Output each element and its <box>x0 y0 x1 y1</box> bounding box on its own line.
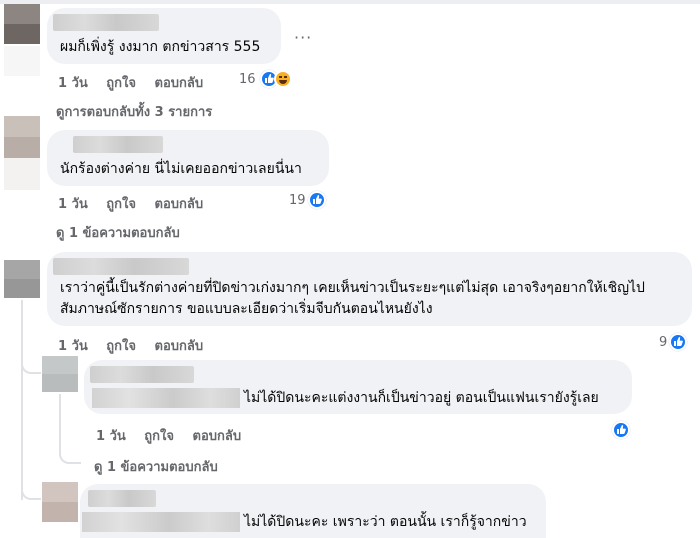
reply-text: ไม่ได้ปิดนะคะแต่งงานก็เป็นข่าวอยู่ ตอนเป… <box>244 390 599 406</box>
reply-button[interactable]: ตอบกลับ <box>155 339 204 354</box>
avatar[interactable] <box>42 482 78 522</box>
commenter-name[interactable] <box>53 258 189 275</box>
view-replies-link[interactable]: ดู 1 ข้อความตอบกลับ <box>94 456 218 477</box>
like-icon <box>307 191 326 209</box>
comment-bubble: ผมก็เพิ่งรู้ งงมาก ตกข่าวสาร 555 <box>47 8 281 64</box>
comment-bubble: นักร้องต่างค่าย นี่ไม่เคยออกข่าวเลยนี่นา <box>47 130 329 186</box>
comment-time[interactable]: 1 วัน <box>58 339 88 354</box>
thread-connector <box>59 446 81 464</box>
commenter-name[interactable] <box>73 136 163 153</box>
top-divider <box>0 0 700 4</box>
like-button[interactable]: ถูกใจ <box>106 339 136 354</box>
like-button[interactable]: ถูกใจ <box>144 429 174 444</box>
reaction-count: 16 <box>239 71 256 87</box>
view-replies-link[interactable]: ดูการตอบกลับทั้ง 3 รายการ <box>56 101 212 122</box>
comment-time[interactable]: 1 วัน <box>58 197 88 212</box>
more-options-icon[interactable]: ··· <box>294 28 312 47</box>
reply-button[interactable]: ตอบกลับ <box>193 429 242 444</box>
reply-text: ไม่ได้ปิดนะคะ เพราะว่า ตอนนั้น เราก็รู้จ… <box>244 514 527 530</box>
redacted-mention <box>82 512 240 532</box>
comment-actions: 1 วัน ถูกใจ ตอบกลับ <box>58 335 217 356</box>
thread-connector <box>21 476 41 500</box>
redacted-mention <box>92 388 240 408</box>
reply-button[interactable]: ตอบกลับ <box>155 197 204 212</box>
comment-actions: 1 วัน ถูกใจ ตอบกลับ <box>58 193 217 214</box>
like-icon <box>612 421 630 439</box>
comment-text: นักร้องต่างค่าย นี่ไม่เคยออกข่าวเลยนี่นา <box>60 161 302 177</box>
reply-actions: 1 วัน ถูกใจ ตอบกลับ <box>96 425 255 446</box>
haha-icon <box>273 70 292 88</box>
avatar[interactable] <box>4 260 40 298</box>
reaction-count: 19 <box>289 192 306 208</box>
like-icon <box>669 333 688 351</box>
reply-bubble: ไม่ได้ปิดนะคะแต่งงานก็เป็นข่าวอยู่ ตอนเป… <box>84 360 632 414</box>
avatar[interactable] <box>42 356 78 392</box>
reaction-count: 9 <box>659 334 668 350</box>
comment-time[interactable]: 1 วัน <box>58 76 88 91</box>
reaction-summary[interactable]: 19 <box>289 191 326 209</box>
thread-line <box>59 394 61 454</box>
reaction-summary[interactable]: 16 <box>239 70 292 88</box>
comment-actions: 1 วัน ถูกใจ ตอบกลับ <box>58 72 217 93</box>
like-button[interactable]: ถูกใจ <box>106 76 136 91</box>
reaction-summary[interactable] <box>612 421 630 439</box>
avatar[interactable] <box>4 4 40 44</box>
avatar-blur <box>4 46 40 76</box>
commenter-name[interactable] <box>88 490 156 507</box>
avatar[interactable] <box>4 116 40 158</box>
commenter-name[interactable] <box>90 366 194 383</box>
reply-bubble: ไม่ได้ปิดนะคะ เพราะว่า ตอนนั้น เราก็รู้จ… <box>80 484 546 538</box>
commenter-name[interactable] <box>53 14 159 31</box>
comment-text: ผมก็เพิ่งรู้ งงมาก ตกข่าวสาร 555 <box>60 39 261 55</box>
reply-time[interactable]: 1 วัน <box>96 429 126 444</box>
thread-line <box>21 300 23 500</box>
avatar-blur <box>4 158 40 190</box>
reaction-summary[interactable]: 9 <box>659 333 688 351</box>
reply-button[interactable]: ตอบกลับ <box>155 76 204 91</box>
view-replies-link[interactable]: ดู 1 ข้อความตอบกลับ <box>56 222 180 243</box>
thread-connector <box>21 350 41 374</box>
like-button[interactable]: ถูกใจ <box>106 197 136 212</box>
comment-text: เราว่าคู่นี้เป็นรักต่างค่ายที่ปิดข่าวเก่… <box>60 280 645 317</box>
comment-bubble: เราว่าคู่นี้เป็นรักต่างค่ายที่ปิดข่าวเก่… <box>47 252 692 326</box>
